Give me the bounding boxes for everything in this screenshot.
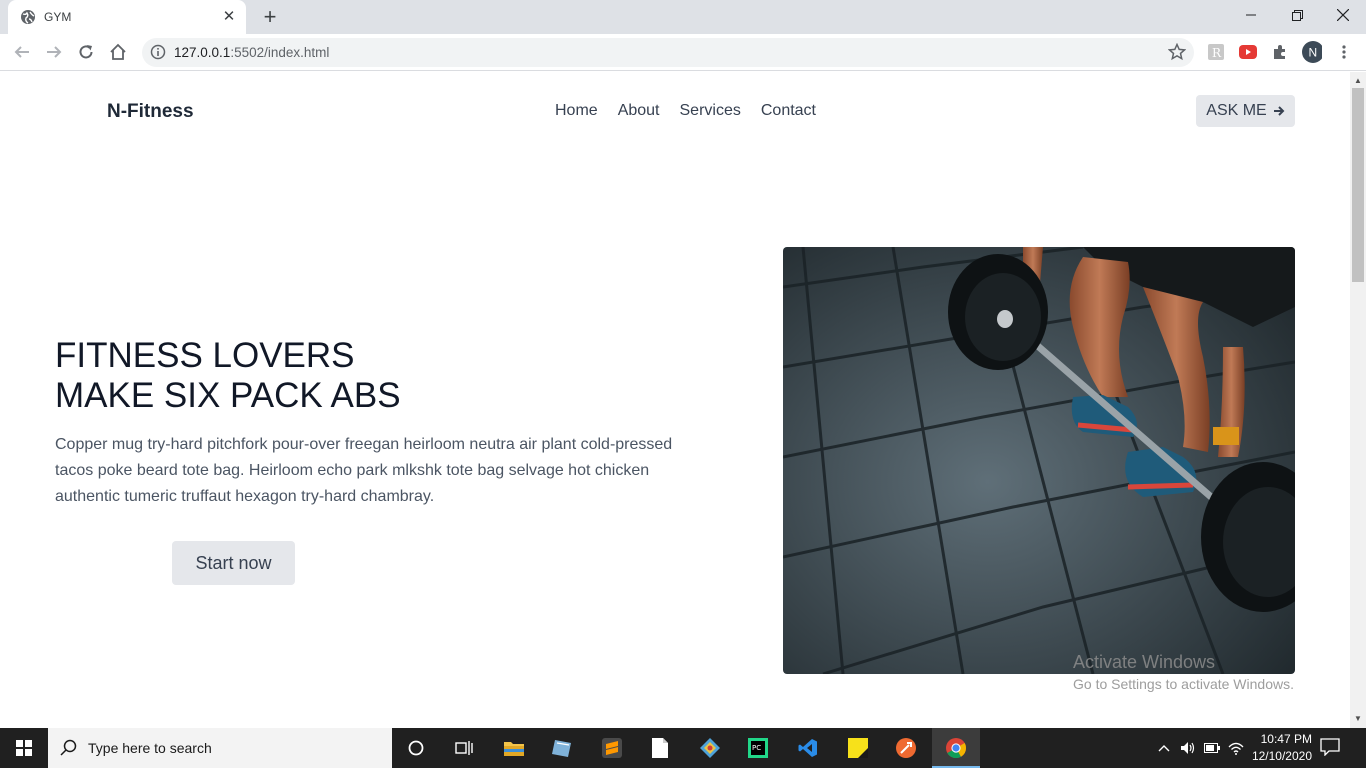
restore-button[interactable] xyxy=(1274,0,1320,30)
git-icon xyxy=(700,738,720,758)
reload-button[interactable] xyxy=(74,40,98,64)
home-button[interactable] xyxy=(106,40,130,64)
notification-center-icon xyxy=(1320,738,1340,757)
windows-logo-icon xyxy=(16,740,32,756)
document-icon xyxy=(652,738,668,758)
sticky-notes-icon xyxy=(848,738,868,758)
tab-close-icon[interactable]: ✕ xyxy=(220,8,238,26)
chrome-icon xyxy=(946,738,967,759)
nav-link-contact[interactable]: Contact xyxy=(761,102,816,120)
start-now-button[interactable]: Start now xyxy=(172,541,295,585)
globe-icon xyxy=(21,10,35,24)
blank-document-button[interactable] xyxy=(636,728,684,768)
cortana-button[interactable] xyxy=(392,728,440,768)
postman-button[interactable] xyxy=(882,728,930,768)
hero-description: Copper mug try-hard pitchfork pour-over … xyxy=(55,436,673,505)
pycharm-icon: PC xyxy=(748,738,768,758)
minimize-icon xyxy=(1246,14,1256,16)
nav-link-about[interactable]: About xyxy=(618,102,660,120)
battery-icon[interactable] xyxy=(1204,740,1220,756)
volume-icon[interactable] xyxy=(1180,740,1196,756)
git-app-button[interactable] xyxy=(686,728,734,768)
activate-windows-title: Activate Windows xyxy=(1073,652,1216,672)
clock-time: 10:47 PM xyxy=(1260,732,1312,746)
reload-icon xyxy=(79,45,93,59)
task-view-icon xyxy=(455,741,473,755)
nav-link-home[interactable]: Home xyxy=(555,102,598,120)
ask-me-button[interactable]: ASK ME xyxy=(1196,95,1295,127)
tab-title: GYM xyxy=(44,10,72,24)
svg-text:PC: PC xyxy=(752,744,761,752)
search-icon xyxy=(60,739,77,756)
sticky-notes-button[interactable] xyxy=(834,728,882,768)
cortana-icon xyxy=(408,740,424,756)
ask-me-label: ASK ME xyxy=(1206,102,1267,119)
show-hidden-icons-icon[interactable] xyxy=(1156,740,1172,756)
tab-strip: GYM ✕ + xyxy=(0,0,1366,34)
url-text: 127.0.0.1:5502/index.html xyxy=(174,45,329,60)
vscode-icon xyxy=(798,739,817,757)
forward-button[interactable] xyxy=(42,40,66,64)
sublime-text-button[interactable] xyxy=(588,728,636,768)
browser-toolbar: 127.0.0.1:5502/index.html R N xyxy=(0,34,1366,71)
notifications-button[interactable] xyxy=(1320,738,1344,758)
address-bar[interactable]: 127.0.0.1:5502/index.html xyxy=(142,38,1194,67)
nav-link-services[interactable]: Services xyxy=(680,102,741,120)
profile-avatar[interactable]: N xyxy=(1302,41,1322,63)
page-viewport: N-Fitness Home About Services Contact AS… xyxy=(0,72,1350,728)
bookmark-star-icon[interactable] xyxy=(1168,43,1186,61)
svg-text:R: R xyxy=(1212,46,1222,60)
search-placeholder: Type here to search xyxy=(88,740,212,756)
hero-title-line1: FITNESS LOVERS xyxy=(55,336,355,375)
restore-icon xyxy=(1291,9,1303,21)
task-view-button[interactable] xyxy=(440,728,488,768)
minimize-button[interactable] xyxy=(1228,0,1274,30)
chrome-button[interactable] xyxy=(932,728,980,768)
back-button[interactable] xyxy=(10,40,34,64)
pycharm-button[interactable]: PC xyxy=(734,728,782,768)
hero-title-line2: MAKE SIX PACK ABS xyxy=(55,376,401,415)
extensions-puzzle-icon[interactable] xyxy=(1270,42,1290,62)
url-host: 127.0.0.1 xyxy=(174,45,231,60)
taskbar-search-box[interactable]: Type here to search xyxy=(48,728,392,768)
site-brand[interactable]: N-Fitness xyxy=(107,101,194,123)
windows-taskbar: Type here to search PC 10:47 PM 12/10/20… xyxy=(0,728,1366,768)
page-scrollbar[interactable]: ▲ ▼ xyxy=(1350,72,1366,728)
clock-date: 12/10/2020 xyxy=(1251,749,1312,763)
hero-title: FITNESS LOVERS MAKE SIX PACK ABS xyxy=(55,336,401,416)
deadlift-photo xyxy=(783,247,1295,674)
arrow-left-icon xyxy=(14,46,29,58)
extension-readability-icon[interactable]: R xyxy=(1206,42,1226,62)
scrollbar-thumb[interactable] xyxy=(1352,88,1364,282)
folder-icon xyxy=(504,742,524,756)
taskbar-clock[interactable]: 10:47 PM 12/10/2020 xyxy=(1242,731,1312,765)
app-notes-button[interactable] xyxy=(538,728,586,768)
close-window-button[interactable] xyxy=(1320,0,1366,30)
scroll-down-icon[interactable]: ▼ xyxy=(1354,714,1362,723)
chrome-menu-icon[interactable] xyxy=(1334,42,1354,62)
notepad-icon xyxy=(552,740,571,757)
home-icon xyxy=(110,43,126,60)
url-path: :5502/index.html xyxy=(230,45,330,60)
scroll-up-icon[interactable]: ▲ xyxy=(1354,76,1362,85)
close-icon xyxy=(1337,9,1349,21)
new-tab-button[interactable]: + xyxy=(258,6,282,30)
activate-windows-subtitle: Go to Settings to activate Windows. xyxy=(1073,676,1294,692)
extension-youtube-icon[interactable] xyxy=(1238,42,1258,62)
info-icon xyxy=(150,44,166,60)
arrow-right-icon xyxy=(1273,106,1285,116)
svg-text:N: N xyxy=(1309,46,1318,60)
sublime-text-icon xyxy=(602,738,622,758)
site-nav: Home About Services Contact xyxy=(555,102,816,120)
hero-image xyxy=(783,247,1295,674)
browser-tab[interactable]: GYM ✕ xyxy=(8,0,246,34)
vscode-button[interactable] xyxy=(784,728,832,768)
file-explorer-button[interactable] xyxy=(490,728,538,768)
start-button[interactable] xyxy=(0,728,48,768)
arrow-right-icon xyxy=(47,46,62,58)
postman-icon xyxy=(896,738,916,758)
